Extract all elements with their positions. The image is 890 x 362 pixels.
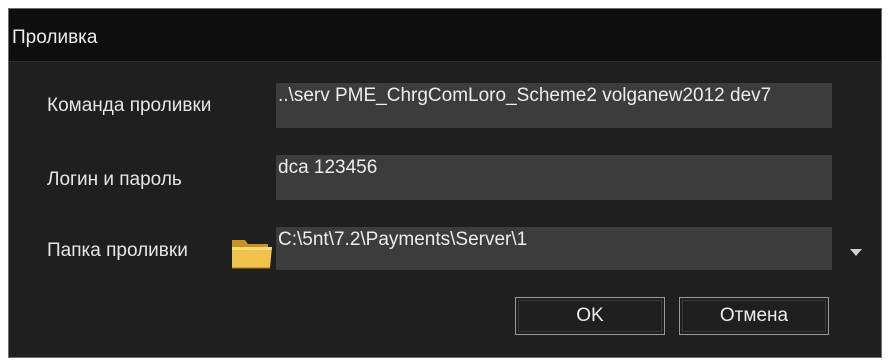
login-password-field[interactable]: dca 123456 (276, 155, 832, 200)
folder-label: Папка проливки (47, 240, 188, 261)
command-field[interactable]: ..\serv PME_ChrgComLoro_Scheme2 volganew… (276, 83, 832, 128)
window-title: Проливка (12, 27, 98, 48)
command-label: Команда проливки (47, 95, 212, 116)
flash-dialog: Проливка Команда проливки ..\serv PME_Ch… (8, 8, 882, 358)
folder-icon[interactable] (230, 234, 274, 270)
cancel-button-label: Отмена (719, 305, 789, 326)
ok-button[interactable]: OK (515, 297, 665, 335)
ok-button-label: OK (576, 305, 604, 326)
login-label: Логин и пароль (47, 169, 182, 190)
folder-path-field[interactable]: C:\5nt\7.2\Payments\Server\1 (276, 227, 832, 270)
chevron-down-icon[interactable] (847, 245, 865, 259)
cancel-button[interactable]: Отмена (679, 297, 829, 335)
title-bar: Проливка (9, 9, 881, 62)
